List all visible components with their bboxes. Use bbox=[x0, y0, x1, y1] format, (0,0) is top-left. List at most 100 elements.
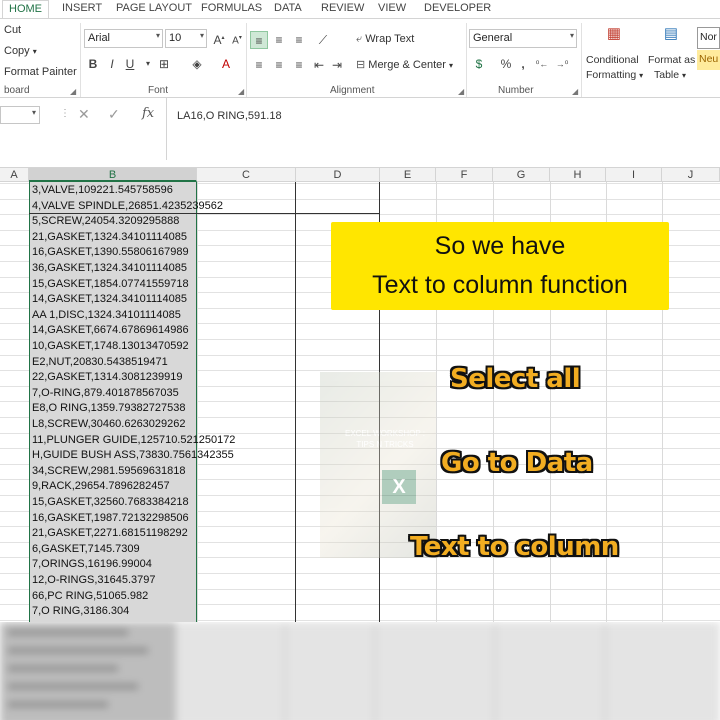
font-name-select[interactable]: Arial ▾ bbox=[84, 29, 163, 48]
column-header-h[interactable]: H bbox=[550, 168, 606, 182]
cell-b28[interactable]: 7,O RING,3186.304 bbox=[32, 604, 129, 620]
formula-input[interactable]: LA16,O RING,591.18 bbox=[166, 98, 720, 160]
cell-b9[interactable]: AA 1,DISC,1324.34101114085 bbox=[32, 308, 181, 324]
column-header-a[interactable]: A bbox=[0, 168, 29, 182]
blurred-footer-content bbox=[0, 622, 720, 720]
column-header-b[interactable]: B bbox=[29, 168, 197, 182]
cancel-icon[interactable]: ✕ bbox=[78, 106, 90, 123]
cell-b12[interactable]: E2,NUT,20830.5438519471 bbox=[32, 355, 168, 371]
align-bottom-icon[interactable]: ≡ bbox=[290, 31, 308, 49]
cell-b11[interactable]: 10,GASKET,1748.13013470592 bbox=[32, 339, 189, 355]
cell-b6[interactable]: 36,GASKET,1324.34101114085 bbox=[32, 261, 187, 277]
cell-b18[interactable]: H,GUIDE BUSH ASS,73830.7561342355 bbox=[32, 448, 234, 464]
cell-b23[interactable]: 21,GASKET,2271.68151198292 bbox=[32, 526, 188, 542]
borders-icon[interactable]: ⊞ bbox=[155, 55, 173, 73]
cell-b24[interactable]: 6,GASKET,7145.7309 bbox=[32, 542, 140, 558]
align-left-icon[interactable]: ≡ bbox=[250, 56, 268, 74]
caption-step-3: Text to column bbox=[410, 532, 619, 562]
format-as-table-label[interactable]: Format as bbox=[648, 54, 695, 66]
align-right-icon[interactable]: ≡ bbox=[290, 56, 308, 74]
chevron-down-icon: ▾ bbox=[449, 61, 454, 70]
cell-b3[interactable]: 5,SCREW,24054.3209295888 bbox=[32, 214, 179, 230]
merge-center-button[interactable]: ⊟ Merge & Center ▾ bbox=[356, 58, 453, 71]
column-header-g[interactable]: G bbox=[493, 168, 550, 182]
grow-font-icon[interactable]: A▴ bbox=[210, 29, 228, 47]
font-size-select[interactable]: 10 ▾ bbox=[165, 29, 207, 48]
column-header-e[interactable]: E bbox=[380, 168, 436, 182]
name-box[interactable]: ▾ bbox=[0, 106, 40, 124]
cell-b8[interactable]: 14,GASKET,1324.34101114085 bbox=[32, 292, 187, 308]
increase-decimal-icon[interactable]: ⁰← bbox=[533, 55, 551, 73]
column-header-f[interactable]: F bbox=[436, 168, 493, 182]
blurred-gridline bbox=[374, 622, 376, 720]
cell-b21[interactable]: 15,GASKET,32560.7683384218 bbox=[32, 495, 189, 511]
worksheet-grid[interactable]: 3,VALVE,109221.545758596 4,VALVE SPINDLE,… bbox=[0, 182, 720, 622]
format-painter-button[interactable]: Format Painter bbox=[4, 66, 77, 78]
conditional-formatting-dropdown[interactable]: Formatting ▾ bbox=[586, 69, 643, 81]
cell-b26[interactable]: 12,O-RINGS,31645.3797 bbox=[32, 573, 156, 589]
cell-b7[interactable]: 15,GASKET,1854.07741559718 bbox=[32, 277, 189, 293]
tab-data[interactable]: DATA bbox=[274, 2, 302, 14]
conditional-formatting-label[interactable]: Conditional bbox=[586, 54, 639, 66]
align-middle-icon[interactable]: ≡ bbox=[270, 31, 288, 49]
enter-icon[interactable]: ✓ bbox=[108, 106, 120, 123]
font-size-value: 10 bbox=[169, 32, 182, 44]
column-header-d[interactable]: D bbox=[296, 168, 380, 182]
format-as-table-dropdown[interactable]: Table ▾ bbox=[654, 69, 686, 81]
cell-b2[interactable]: 4,VALVE SPINDLE,26851.4235239562 bbox=[32, 199, 223, 215]
column-header-c[interactable]: C bbox=[197, 168, 296, 182]
align-center-icon[interactable]: ≡ bbox=[270, 56, 288, 74]
cell-b27[interactable]: 66,PC RING,51065.982 bbox=[32, 589, 148, 605]
wrap-text-icon: ⤶ bbox=[356, 33, 363, 45]
number-format-select[interactable]: General ▾ bbox=[469, 29, 577, 48]
cell-b22[interactable]: 16,GASKET,1987.72132298506 bbox=[32, 511, 189, 527]
cell-b25[interactable]: 7,ORINGS,16196.99004 bbox=[32, 557, 152, 573]
tab-view[interactable]: VIEW bbox=[378, 2, 406, 14]
font-color-icon[interactable]: A bbox=[217, 55, 235, 73]
column-header-j[interactable]: J bbox=[662, 168, 720, 182]
number-dialog-launcher-icon[interactable]: ◢ bbox=[572, 87, 578, 96]
shrink-font-icon[interactable]: A▾ bbox=[228, 29, 246, 47]
wrap-text-button[interactable]: ⤶ Wrap Text bbox=[356, 33, 414, 46]
cell-b15[interactable]: E8,O RING,1359.79382727538 bbox=[32, 401, 186, 417]
channel-watermark: EXCEL WORKSHOP : TIPS N TRICKS X bbox=[320, 372, 436, 558]
tab-developer[interactable]: DEVELOPER bbox=[424, 2, 491, 14]
cell-b16[interactable]: L8,SCREW,30460.6263029262 bbox=[32, 417, 186, 433]
bold-button[interactable]: B bbox=[84, 55, 102, 73]
increase-indent-icon[interactable]: ⇥ bbox=[328, 56, 346, 74]
cell-style-normal[interactable]: Nor bbox=[697, 27, 720, 49]
cell-b5[interactable]: 16,GASKET,1390.55806167989 bbox=[32, 245, 189, 261]
orientation-icon[interactable]: ⟋ bbox=[314, 31, 332, 49]
cell-b1[interactable]: 3,VALVE,109221.545758596 bbox=[32, 183, 173, 199]
italic-button[interactable]: I bbox=[103, 55, 121, 73]
percent-style-button[interactable]: % bbox=[497, 55, 515, 73]
clipboard-dialog-launcher-icon[interactable]: ◢ bbox=[70, 87, 76, 96]
accounting-format-icon[interactable]: $ bbox=[470, 55, 488, 73]
watermark-line-1: EXCEL WORKSHOP : bbox=[344, 429, 426, 438]
cell-b13[interactable]: 22,GASKET,1314.3081239919 bbox=[32, 370, 182, 386]
fill-color-icon[interactable]: ◈ bbox=[188, 55, 206, 73]
tab-review[interactable]: REVIEW bbox=[321, 2, 364, 14]
decrease-decimal-icon[interactable]: →⁰ bbox=[553, 55, 571, 73]
insert-function-icon[interactable]: fx bbox=[142, 106, 154, 121]
decrease-indent-icon[interactable]: ⇤ bbox=[310, 56, 328, 74]
copy-button[interactable]: Copy ▾ bbox=[4, 45, 37, 57]
font-dialog-launcher-icon[interactable]: ◢ bbox=[238, 87, 244, 96]
column-header-i[interactable]: I bbox=[606, 168, 662, 182]
cell-style-neutral[interactable]: Neu bbox=[697, 50, 720, 70]
tab-formulas[interactable]: FORMULAS bbox=[201, 2, 262, 14]
tab-insert[interactable]: INSERT bbox=[62, 2, 102, 14]
cut-button[interactable]: Cut bbox=[4, 24, 21, 36]
comma-style-button[interactable]: , bbox=[514, 55, 532, 73]
underline-button[interactable]: U bbox=[121, 55, 139, 73]
cell-b4[interactable]: 21,GASKET,1324.34101114085 bbox=[32, 230, 187, 246]
cell-b20[interactable]: 9,RACK,29654.7896282457 bbox=[32, 479, 170, 495]
tab-page-layout[interactable]: PAGE LAYOUT bbox=[116, 2, 192, 14]
alignment-dialog-launcher-icon[interactable]: ◢ bbox=[458, 87, 464, 96]
cell-b10[interactable]: 14,GASKET,6674.67869614986 bbox=[32, 323, 189, 339]
align-top-icon[interactable]: ≡ bbox=[250, 31, 268, 49]
cell-b17[interactable]: 11,PLUNGER GUIDE,125710.521250172 bbox=[32, 433, 235, 449]
cell-b19[interactable]: 34,SCREW,2981.59569631818 bbox=[32, 464, 186, 480]
tab-home[interactable]: HOME bbox=[2, 0, 49, 19]
cell-b14[interactable]: 7,O-RING,879.401878567035 bbox=[32, 386, 179, 402]
